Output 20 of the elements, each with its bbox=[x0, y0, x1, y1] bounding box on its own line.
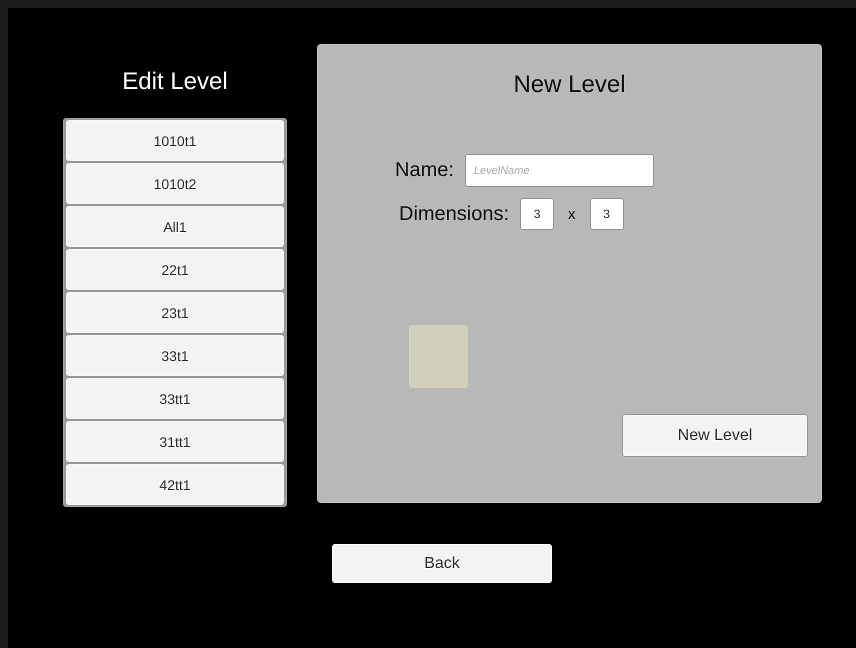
level-button[interactable]: All1 bbox=[66, 206, 284, 247]
new-level-button[interactable]: New Level bbox=[622, 414, 808, 457]
name-label: Name: bbox=[395, 159, 454, 182]
new-level-title: New Level bbox=[512, 71, 627, 99]
height-field[interactable]: 3 bbox=[590, 198, 624, 230]
level-button[interactable]: 42tt1 bbox=[66, 464, 284, 505]
level-button[interactable]: 31tt1 bbox=[66, 421, 284, 462]
name-field[interactable]: LevelName bbox=[464, 154, 654, 187]
level-button[interactable]: 33t1 bbox=[66, 335, 284, 376]
times-sign: x bbox=[568, 206, 576, 222]
level-button[interactable]: 1010t1 bbox=[66, 120, 284, 161]
level-button[interactable]: 23t1 bbox=[66, 292, 284, 333]
level-button[interactable]: 1010t2 bbox=[66, 163, 284, 204]
level-button[interactable]: 33tt1 bbox=[66, 378, 284, 419]
back-button[interactable]: Back bbox=[332, 544, 552, 583]
level-tile bbox=[409, 325, 468, 388]
dimensions-label: Dimensions: bbox=[399, 202, 510, 226]
edit-level-title: Edit Level bbox=[121, 68, 229, 97]
width-field[interactable]: 3 bbox=[520, 198, 554, 230]
level-button[interactable]: 22t1 bbox=[66, 249, 284, 290]
